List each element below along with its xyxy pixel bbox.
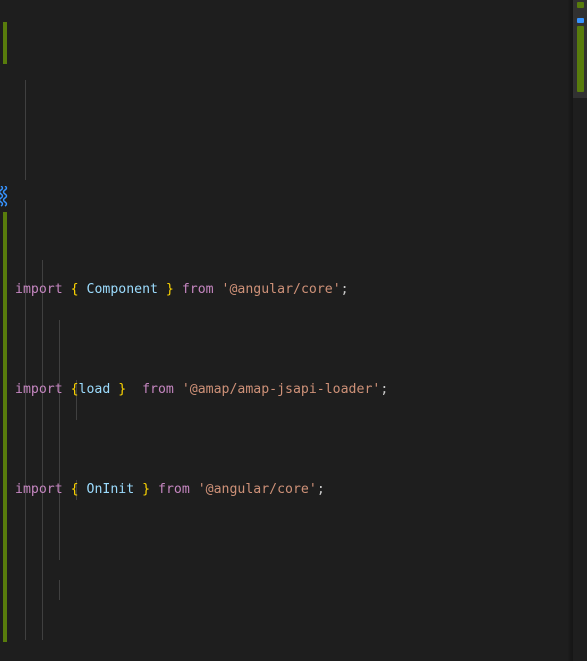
token-from: from: [181, 282, 214, 297]
token-keyword: import: [15, 382, 63, 397]
error-squiggle-icon: [0, 186, 9, 208]
code-content[interactable]: import { Component } from '@angular/core…: [0, 0, 573, 661]
overview-mark-cursor: [577, 18, 584, 23]
squiggle-svg: [0, 186, 8, 207]
overview-mark-git: [577, 2, 584, 8]
indent-guide: [25, 80, 26, 180]
token-brace-open: {: [70, 382, 79, 397]
indent-guide: [59, 540, 60, 560]
token-keyword: import: [15, 282, 63, 297]
token-import-name: OnInit: [86, 482, 135, 497]
editor-gutter: [0, 0, 10, 661]
indent-guide: [59, 320, 60, 540]
code-editor[interactable]: import { Component } from '@angular/core…: [0, 0, 587, 661]
token-module: '@angular/core': [221, 282, 341, 297]
overview-ruler[interactable]: [573, 0, 587, 661]
overview-mark-git: [577, 26, 584, 92]
token-from: from: [158, 482, 190, 497]
token-module: '@angular/core': [197, 482, 317, 497]
token-brace-close: }: [142, 482, 151, 497]
token-semicolon: ;: [380, 382, 389, 397]
code-line[interactable]: import { OnInit } from '@angular/core';: [0, 480, 573, 500]
token-module: '@amap/amap-jsapi-loader': [181, 382, 381, 397]
code-line-blank[interactable]: [0, 580, 573, 600]
indent-guide: [25, 200, 26, 640]
code-line[interactable]: import { Component } from '@angular/core…: [0, 280, 573, 300]
token-brace-open: {: [70, 282, 79, 297]
token-from: from: [142, 382, 174, 397]
token-semicolon: ;: [316, 482, 325, 497]
token-import-name: load: [78, 382, 111, 397]
token-import-name: Component: [86, 282, 158, 297]
token-semicolon: ;: [340, 282, 349, 297]
token-brace-open: {: [70, 482, 79, 497]
token-keyword: import: [15, 482, 63, 497]
code-line[interactable]: import {load } from '@amap/amap-jsapi-lo…: [0, 380, 573, 400]
git-modified-marker: [3, 22, 7, 64]
git-modified-marker: [3, 212, 7, 642]
token-brace-close: }: [165, 282, 174, 297]
